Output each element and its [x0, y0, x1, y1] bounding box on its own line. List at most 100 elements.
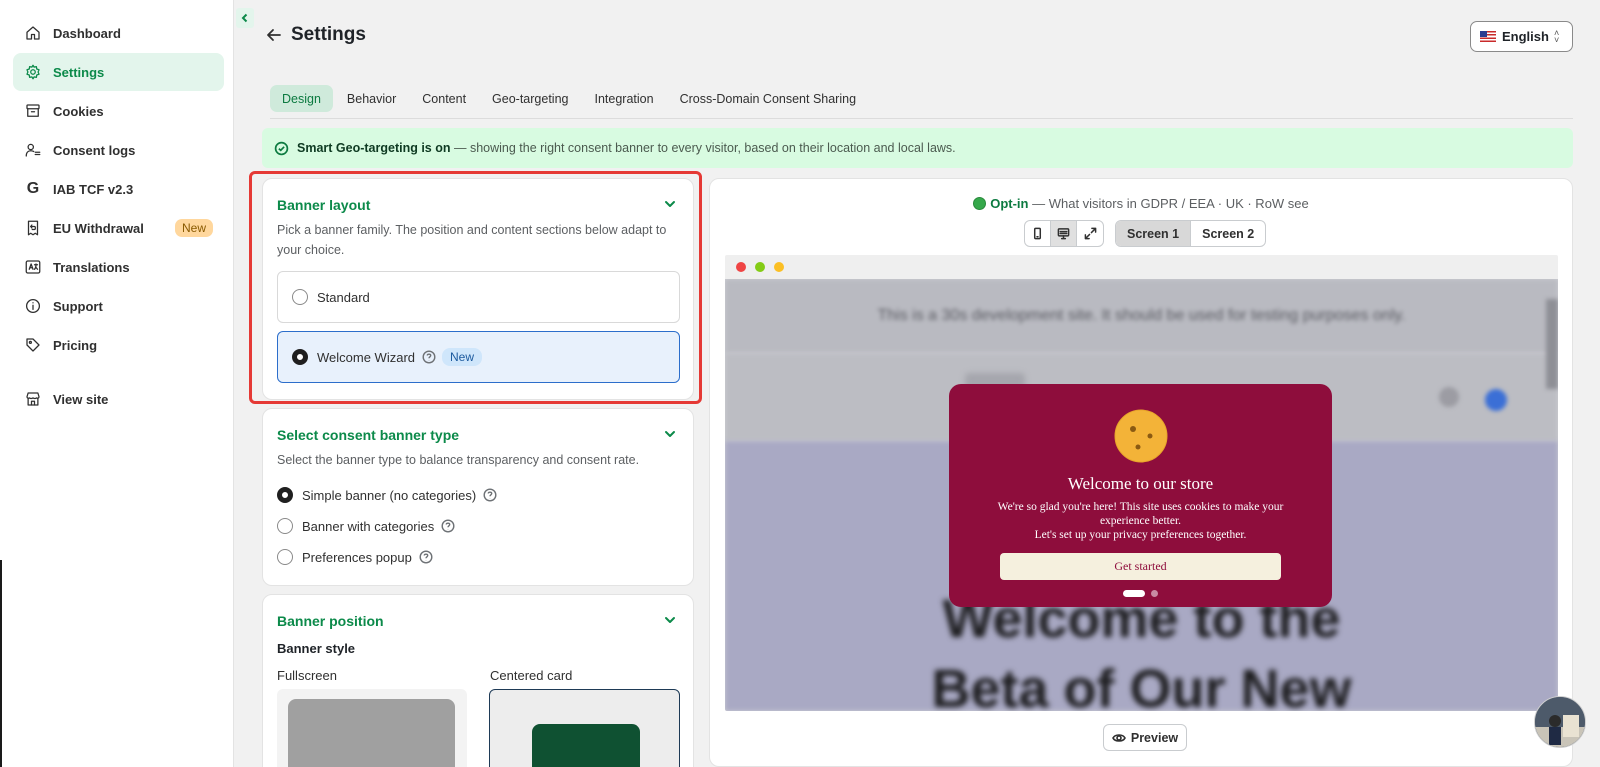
desktop-view-button[interactable]: [1051, 221, 1077, 246]
fullscreen-view-button[interactable]: [1077, 221, 1103, 246]
fullscreen-thumbnail: [288, 699, 455, 767]
sidebar-item-translations[interactable]: Translations: [13, 248, 224, 286]
banner-position-card: Banner position Banner style Fullscreen …: [262, 594, 694, 767]
geo-banner-rest: — showing the right consent banner to ev…: [450, 141, 956, 155]
radio-simple[interactable]: [277, 487, 293, 503]
preview-panel: Opt-in — What visitors in GDPR / EEA · U…: [709, 178, 1573, 767]
sidebar-item-eu-withdrawal[interactable]: EU Withdrawal New: [13, 209, 224, 247]
option-label: Preferences popup: [302, 549, 412, 565]
browser-mockup: This is a 30s development site. It shoul…: [725, 255, 1558, 711]
arrow-left-icon: [267, 29, 281, 41]
tab-content[interactable]: Content: [410, 85, 478, 112]
banner-type-description: Select the banner type to balance transp…: [277, 453, 640, 467]
sidebar-item-consent-logs[interactable]: Consent logs: [13, 131, 224, 169]
sidebar: Dashboard Settings Cookies Consent logs …: [0, 0, 234, 767]
modal-text: We're so glad you're here! This site use…: [989, 500, 1292, 542]
radio-categories[interactable]: [277, 518, 293, 534]
sidebar-item-view-site[interactable]: View site: [13, 380, 224, 418]
geo-banner-text: Smart Geo-targeting is on — showing the …: [297, 141, 956, 155]
screen-toggle: Screen 1 Screen 2: [1115, 220, 1267, 247]
modal-text-line-2: Let's set up your privacy preferences to…: [1034, 529, 1247, 541]
geo-targeting-banner: Smart Geo-targeting is on — showing the …: [262, 128, 1573, 168]
pagination-dot-active[interactable]: [1123, 590, 1145, 597]
mobile-view-button[interactable]: [1025, 221, 1051, 246]
window-minimize-dot: [774, 262, 784, 272]
chevron-down-icon[interactable]: [663, 427, 677, 441]
home-icon: [26, 26, 40, 40]
eye-icon: [1111, 733, 1126, 742]
get-started-button[interactable]: Get started: [1000, 553, 1281, 580]
new-badge: New: [174, 219, 213, 237]
sidebar-item-label: EU Withdrawal: [53, 220, 144, 236]
us-flag-icon: [1480, 31, 1496, 42]
style-label-fullscreen: Fullscreen: [277, 668, 337, 683]
option-label: Banner with categories: [302, 518, 435, 534]
sidebar-item-label: View site: [53, 391, 109, 407]
help-icon[interactable]: [483, 488, 497, 502]
banner-position-title: Banner position: [277, 613, 384, 629]
info-icon: [25, 298, 41, 314]
pagination-dot[interactable]: [1151, 590, 1158, 597]
site-notice-bar: This is a 30s development site. It shoul…: [725, 279, 1558, 353]
gear-icon: [26, 64, 40, 80]
site-scrollbar: [1546, 299, 1558, 389]
option-label: Simple banner (no categories): [302, 487, 477, 503]
expand-icon: [1084, 227, 1096, 240]
modal-text-line-1: We're so glad you're here! This site use…: [997, 501, 1284, 527]
type-option-categories[interactable]: Banner with categories: [277, 518, 455, 534]
sidebar-item-cookies[interactable]: Cookies: [13, 92, 224, 130]
style-option-fullscreen[interactable]: [277, 689, 467, 767]
store-icon: [26, 392, 40, 406]
tab-geo-targeting[interactable]: Geo-targeting: [480, 85, 580, 112]
back-button[interactable]: [264, 25, 284, 45]
sidebar-item-label: IAB TCF v2.3: [53, 181, 134, 197]
modal-title: Welcome to our store: [1067, 474, 1214, 493]
screen-2-button[interactable]: Screen 2: [1191, 221, 1265, 246]
page-title: Settings: [291, 24, 366, 45]
green-circle-icon: [973, 197, 987, 210]
chevron-up-down-icon: ˄ ˅: [1553, 27, 1560, 45]
banner-type-card: Select consent banner type Select the ba…: [262, 408, 694, 586]
collapse-sidebar-button[interactable]: [236, 8, 254, 28]
window-edge: [0, 560, 2, 767]
sidebar-item-label: Support: [53, 298, 103, 314]
avatar[interactable]: [1534, 696, 1586, 748]
banner-style-heading: Banner style: [277, 641, 356, 656]
type-option-simple[interactable]: Simple banner (no categories): [277, 487, 497, 503]
site-preview: This is a 30s development site. It shoul…: [725, 279, 1558, 711]
sidebar-item-label: Settings: [53, 64, 105, 80]
sidebar-item-dashboard[interactable]: Dashboard: [13, 14, 224, 52]
tabs-divider: [270, 118, 1573, 119]
sidebar-item-label: Translations: [53, 259, 130, 275]
chevron-down-icon[interactable]: [663, 613, 677, 627]
sidebar-item-settings[interactable]: Settings: [13, 53, 224, 91]
translate-icon: [25, 260, 41, 274]
browser-titlebar: [725, 255, 1558, 279]
avatar-photo: [1535, 697, 1585, 747]
sidebar-item-pricing[interactable]: Pricing: [13, 326, 224, 364]
cookie-welcome-modal: Welcome to our store We're so glad you'r…: [949, 384, 1332, 607]
check-circle-icon: [274, 141, 289, 155]
preview-button[interactable]: Preview: [1103, 724, 1187, 751]
banner-type-title: Select consent banner type: [277, 427, 460, 443]
site-search-icon: [1439, 387, 1459, 407]
user-list-icon: [25, 143, 41, 157]
tab-cross-domain-consent-sharing[interactable]: Cross-Domain Consent Sharing: [668, 85, 868, 112]
language-select[interactable]: English ˄ ˅: [1470, 21, 1573, 52]
screen-1-button[interactable]: Screen 1: [1116, 221, 1192, 246]
sidebar-item-support[interactable]: Support: [13, 287, 224, 325]
mobile-icon: [1033, 227, 1042, 240]
geo-banner-bold: Smart Geo-targeting is on: [297, 141, 451, 155]
type-option-preferences-popup[interactable]: Preferences popup: [277, 549, 433, 565]
tab-integration[interactable]: Integration: [582, 85, 665, 112]
preview-button-label: Preview: [1130, 730, 1179, 745]
style-option-centered-card[interactable]: [489, 689, 680, 767]
window-close-dot: [736, 262, 746, 272]
opt-in-label: Opt-in: [990, 196, 1029, 211]
help-icon[interactable]: [419, 550, 433, 564]
sidebar-item-iab-tcf[interactable]: G IAB TCF v2.3: [13, 170, 224, 208]
help-icon[interactable]: [441, 519, 455, 533]
radio-preferences-popup[interactable]: [277, 549, 293, 565]
tab-design[interactable]: Design: [270, 85, 333, 112]
tab-behavior[interactable]: Behavior: [335, 85, 408, 112]
